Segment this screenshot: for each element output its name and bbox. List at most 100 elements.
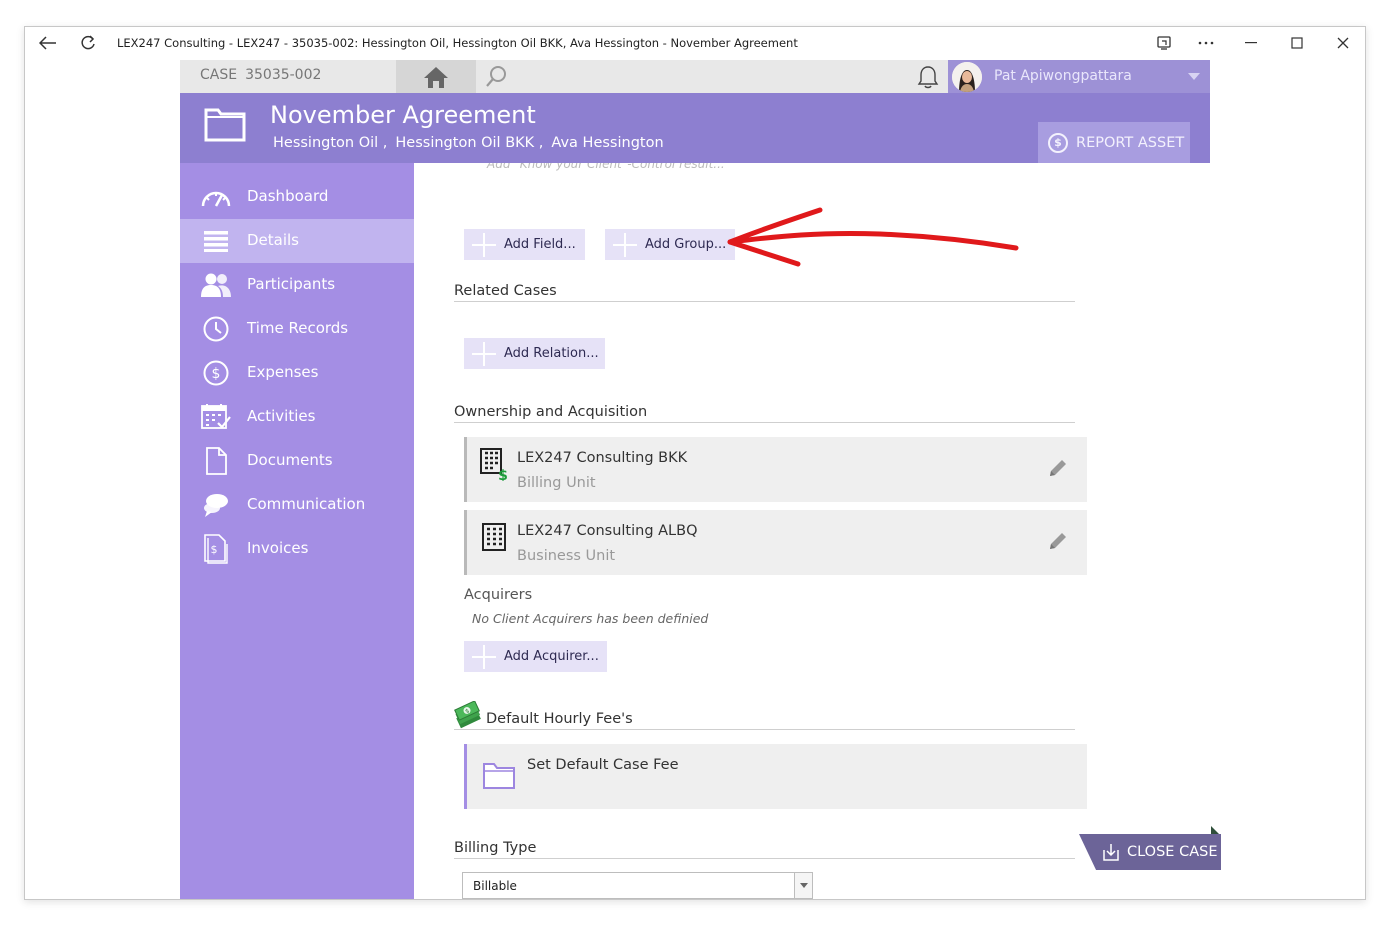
plus-icon (613, 232, 637, 257)
no-acquirers-text: No Client Acquirers has been definied (472, 611, 709, 626)
building-dollar-icon: $ (480, 448, 508, 481)
billing-type-value: Billable (473, 879, 517, 893)
case-number: 35035-002 (245, 67, 322, 83)
add-relation-button[interactable]: Add Relation... (464, 338, 605, 369)
top-bar: CASE 35035-002 Pat Apiwongpattara (180, 60, 1210, 93)
back-arrow-icon[interactable] (37, 33, 59, 53)
divider (454, 729, 1075, 730)
add-relation-label: Add Relation... (504, 346, 599, 361)
sidebar-item-label: Activities (247, 407, 316, 425)
building-icon (482, 523, 506, 551)
home-button[interactable] (396, 60, 476, 93)
chevron-down-icon[interactable] (794, 873, 812, 898)
user-menu[interactable]: Pat Apiwongpattara (948, 60, 1210, 93)
card-subtitle: Billing Unit (517, 475, 596, 491)
report-asset-button[interactable]: $ REPORT ASSET (1038, 122, 1190, 163)
ownership-title: Ownership and Acquisition (454, 404, 648, 420)
maximize-icon[interactable] (1286, 33, 1308, 53)
add-acquirer-label: Add Acquirer... (504, 649, 599, 664)
case-parties: Hessington Oil , Hessington Oil BKK , Av… (273, 135, 664, 151)
sidebar-item-participants[interactable]: Participants (180, 263, 414, 307)
add-group-button[interactable]: Add Group... (605, 229, 735, 260)
list-icon (200, 227, 232, 255)
case-number-label: CASE 35035-002 (200, 67, 321, 83)
sidebar-item-invoices[interactable]: $ Invoices (180, 527, 414, 571)
add-group-label: Add Group... (645, 237, 727, 252)
related-cases-title: Related Cases (454, 283, 557, 299)
chevron-down-icon (1188, 73, 1200, 80)
set-default-fee-card[interactable]: Set Default Case Fee (464, 744, 1087, 809)
details-panel: Add "Know your Client"-Control result...… (414, 163, 1210, 899)
page-title: November Agreement (270, 101, 536, 129)
clock-icon (200, 315, 232, 343)
sidebar-item-label: Expenses (247, 363, 319, 381)
business-unit-card[interactable]: LEX247 Consulting ALBQ Business Unit (464, 510, 1087, 575)
pencil-icon[interactable] (1047, 530, 1069, 552)
card-subtitle: Business Unit (517, 548, 616, 564)
hourly-fee-title: Default Hourly Fee's (486, 711, 633, 727)
invoice-icon: $ (200, 534, 232, 564)
cast-icon[interactable] (1153, 33, 1175, 53)
sidebar-item-label: Communication (247, 495, 366, 513)
sidebar-item-expenses[interactable]: $ Expenses (180, 351, 414, 395)
bell-icon (917, 66, 939, 89)
party-link[interactable]: Ava Hessington (551, 135, 663, 151)
sidebar-item-activities[interactable]: Activities (180, 395, 414, 439)
annotation-arrow-icon (727, 207, 1019, 267)
notifications-button[interactable] (915, 64, 941, 90)
sidebar-item-label: Documents (247, 451, 333, 469)
party-link[interactable]: Hessington Oil BKK , (395, 135, 543, 151)
divider (454, 301, 1075, 302)
search-icon (486, 65, 506, 87)
money-stack-icon: $ (454, 701, 481, 729)
billing-unit-card[interactable]: $ LEX247 Consulting BKK Billing Unit (464, 437, 1087, 502)
document-icon (200, 447, 232, 475)
minimize-icon[interactable] (1240, 33, 1262, 53)
title-bar: LEX247 Consulting - LEX247 - 35035-002: … (25, 27, 1365, 59)
party-link[interactable]: Hessington Oil , (273, 135, 387, 151)
app-window: LEX247 Consulting - LEX247 - 35035-002: … (24, 26, 1366, 900)
refresh-icon[interactable] (77, 33, 99, 53)
divider (454, 858, 1075, 859)
report-asset-label: REPORT ASSET (1076, 134, 1185, 151)
add-acquirer-button[interactable]: Add Acquirer... (464, 641, 607, 672)
sidebar-item-label: Dashboard (247, 187, 329, 205)
close-case-button[interactable]: CLOSE CASE (1079, 834, 1221, 870)
card-title: LEX247 Consulting BKK (517, 450, 688, 466)
sidebar-item-label: Details (247, 231, 300, 249)
divider (454, 422, 1075, 423)
dollar-coin-icon: $ (1048, 132, 1068, 153)
gauge-icon (200, 183, 232, 211)
svg-text:$: $ (498, 468, 508, 481)
case-label: CASE (200, 67, 238, 83)
home-icon (424, 66, 448, 88)
svg-text:$: $ (211, 543, 218, 556)
sidebar-item-label: Invoices (247, 539, 309, 557)
plus-icon (472, 232, 496, 257)
billing-type-title: Billing Type (454, 840, 537, 856)
sidebar-item-details[interactable]: Details (180, 219, 414, 263)
add-field-label: Add Field... (504, 237, 576, 252)
kyc-link-text[interactable]: Add "Know your Client"-Control result... (487, 163, 725, 171)
window-title: LEX247 Consulting - LEX247 - 35035-002: … (117, 36, 798, 50)
close-window-icon[interactable] (1332, 33, 1354, 53)
sidebar-item-time-records[interactable]: Time Records (180, 307, 414, 351)
sidebar-item-label: Time Records (247, 319, 349, 337)
sidebar-item-dashboard[interactable]: Dashboard (180, 175, 414, 219)
plus-icon (472, 644, 496, 669)
billing-type-select[interactable]: Billable (462, 872, 813, 899)
download-icon (1103, 844, 1119, 861)
calendar-check-icon (200, 403, 232, 431)
search-button[interactable] (476, 60, 516, 93)
pencil-icon[interactable] (1047, 457, 1069, 479)
plus-icon (472, 341, 496, 366)
people-icon (200, 271, 232, 299)
more-options-icon[interactable] (1195, 33, 1217, 53)
sidebar-item-documents[interactable]: Documents (180, 439, 414, 483)
card-title: LEX247 Consulting ALBQ (517, 523, 698, 539)
folder-icon (483, 763, 515, 789)
sidebar-item-label: Participants (247, 275, 336, 293)
case-app: CASE 35035-002 Pat Apiwongpattara Novemb… (180, 60, 1210, 899)
sidebar-item-communication[interactable]: Communication (180, 483, 414, 527)
add-field-button[interactable]: Add Field... (464, 229, 585, 260)
